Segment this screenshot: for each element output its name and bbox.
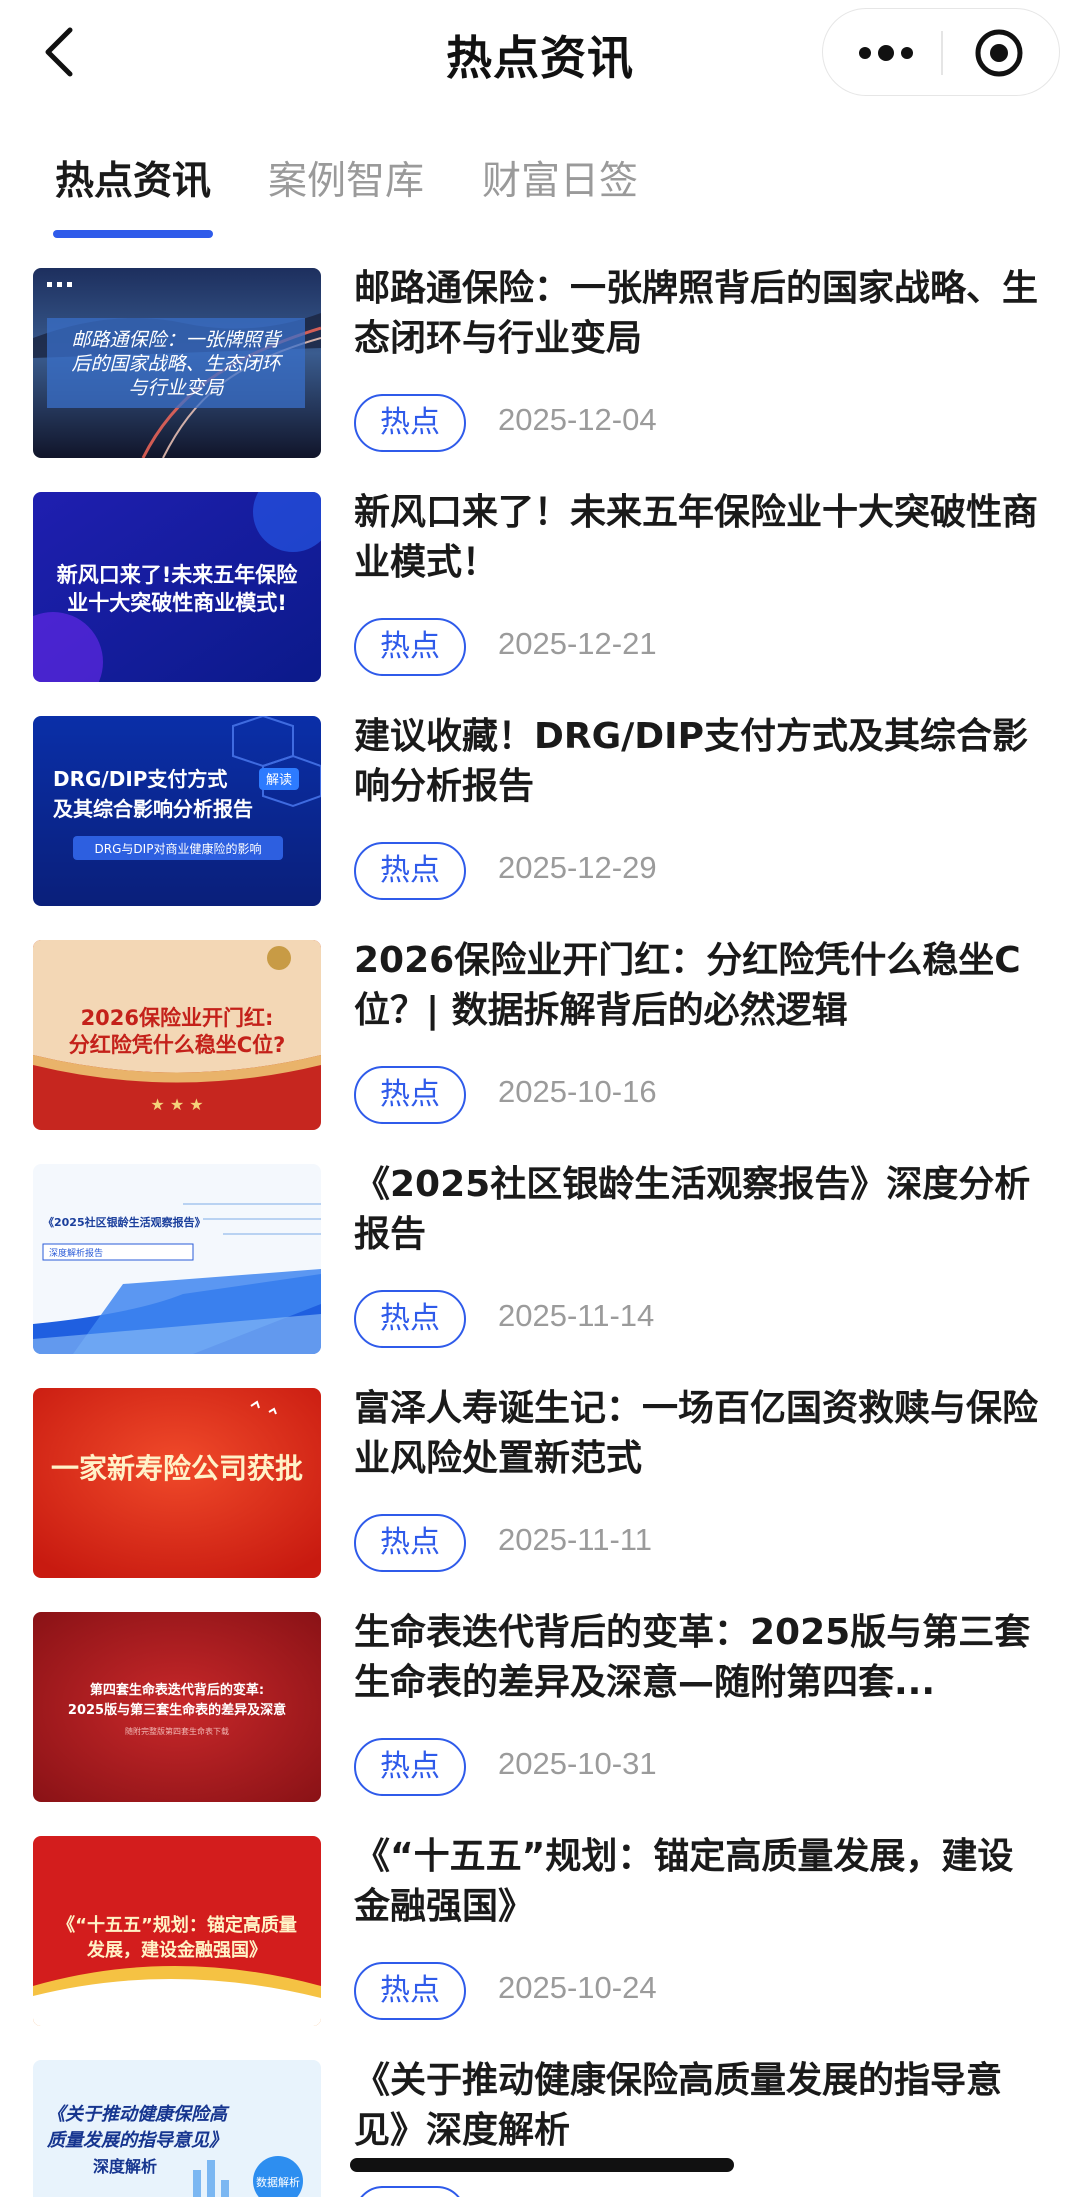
thumb-text: 第四套生命表迭代背后的变革: [90,1682,264,1698]
thumb-badge: 解读 [266,773,292,788]
article-thumbnail: 新风口来了!未来五年保险 业十大突破性商业模式! [33,492,321,682]
thumb-text: DRG/DIP支付方式 [53,767,227,791]
nav-bar: 热点资讯 [0,0,1080,110]
thumb-text: 《关于推动健康保险高 [47,2104,230,2125]
thumb-text: 2025版与第三套生命表的差异及深意 [68,1702,286,1718]
article-item[interactable]: 新风口来了!未来五年保险 业十大突破性商业模式! 新风口来了！未来五年保险业十大… [0,492,1080,682]
article-thumbnail: 《2025社区银龄生活观察报告》 深度解析报告 [33,1164,321,1354]
article-item[interactable]: 《关于推动健康保险高 质量发展的指导意见》 深度解析 数据解析 《关于推动健康保… [0,2060,1080,2197]
article-title[interactable]: 《“十五五”规划：锚定高质量发展，建设金融强国》 [354,1832,1044,1932]
article-title[interactable]: 新风口来了！未来五年保险业十大突破性商业模式！ [354,488,1044,588]
thumb-text: DRG与DIP对商业健康险的影响 [95,841,262,856]
article-date: 2025-11-11 [498,1522,652,1557]
capsule-divider [941,31,943,75]
thumb-text: 及其综合影响分析报告 [53,797,253,821]
article-item[interactable]: 邮路通保险：一张牌照背 后的国家战略、生态闭环 与行业变局 邮路通保险：一张牌照… [0,268,1080,458]
thumb-text: 数据解析 [256,2175,300,2189]
home-indicator [350,2158,734,2172]
article-title[interactable]: 《2025社区银龄生活观察报告》深度分析报告 [354,1160,1044,1260]
article-thumbnail: 《关于推动健康保险高 质量发展的指导意见》 深度解析 数据解析 [33,2060,321,2197]
miniapp-capsule [822,8,1060,96]
article-title[interactable]: 邮路通保险：一张牌照背后的国家战略、生态闭环与行业变局 [354,264,1044,364]
thumb-text: 分红险凭什么稳坐C位? [69,1033,286,1057]
article-title[interactable]: 富泽人寿诞生记：一场百亿国资救赎与保险业风险处置新范式 [354,1384,1044,1484]
thumb-text: 《“十五五”规划：锚定高质量 [57,1914,297,1936]
article-thumbnail: 邮路通保险：一张牌照背 后的国家战略、生态闭环 与行业变局 [33,268,321,458]
thumb-text: 深度解析报告 [49,1247,103,1259]
hot-tag-badge: 热点 [354,1962,466,2020]
article-item[interactable]: 第四套生命表迭代背后的变革: 2025版与第三套生命表的差异及深意 随附完整版第… [0,1612,1080,1802]
thumb-text: 《2025社区银龄生活观察报告》 [43,1215,206,1229]
thumb-text: 新风口来了!未来五年保险 [57,563,299,587]
thumb-text: 质量发展的指导意见》 [46,2130,227,2151]
thumb-text: 深度解析 [93,2157,157,2176]
tab-wealth-daily[interactable]: 财富日签 [482,150,638,206]
thumb-text: 邮路通保险：一张牌照背 [71,329,282,351]
close-miniapp-button[interactable] [973,27,1025,79]
target-circle-icon [975,29,1023,77]
svg-text:★ ★ ★: ★ ★ ★ [150,1095,203,1114]
hot-tag-badge: 热点 [354,1290,466,1348]
hot-tag-badge: 热点 [354,1514,466,1572]
hot-tag-badge: 热点 [354,1738,466,1796]
active-tab-indicator [53,230,213,238]
article-item[interactable]: 《“十五五”规划：锚定高质量 发展，建设金融强国》 《“十五五”规划：锚定高质量… [0,1836,1080,2026]
article-date: 2025-10-31 [498,1746,657,1781]
article-thumbnail: DRG/DIP支付方式 解读 及其综合影响分析报告 DRG与DIP对商业健康险的… [33,716,321,906]
more-button[interactable] [853,29,919,77]
article-item[interactable]: 2026保险业开门红: 分红险凭什么稳坐C位? ★ ★ ★ 2026保险业开门红… [0,940,1080,1130]
article-date: 2025-12-04 [498,402,657,437]
thumb-text: 后的国家战略、生态闭环 [71,353,283,375]
hot-tag-badge: 热点 [354,394,466,452]
article-title[interactable]: 《关于推动健康保险高质量发展的指导意见》深度解析 [354,2056,1044,2156]
article-thumbnail: 第四套生命表迭代背后的变革: 2025版与第三套生命表的差异及深意 随附完整版第… [33,1612,321,1802]
hot-tag-badge: 热点 [354,842,466,900]
hot-tag-badge: 热点 [354,1066,466,1124]
article-date: 2025-11-14 [498,1298,655,1333]
article-date: 2025-12-21 [498,626,657,661]
thumb-text: 一家新寿险公司获批 [51,1452,303,1485]
article-date: 2025-12-29 [498,850,657,885]
hot-tag-badge: 热点 [354,618,466,676]
more-dots-icon [859,45,913,61]
thumb-text: 与行业变局 [128,377,224,399]
thumb-text: 2026保险业开门红: [81,1006,274,1030]
article-thumbnail: 一家新寿险公司获批 [33,1388,321,1578]
article-item[interactable]: DRG/DIP支付方式 解读 及其综合影响分析报告 DRG与DIP对商业健康险的… [0,716,1080,906]
article-item[interactable]: 《2025社区银龄生活观察报告》 深度解析报告 《2025社区银龄生活观察报告》… [0,1164,1080,1354]
article-title[interactable]: 建议收藏！DRG/DIP支付方式及其综合影响分析报告 [354,712,1044,812]
article-title[interactable]: 2026保险业开门红：分红险凭什么稳坐C位？| 数据拆解背后的必然逻辑 [354,936,1044,1036]
category-tabs: 热点资讯 案例智库 财富日签 [0,150,1080,240]
tab-case-library[interactable]: 案例智库 [268,150,424,206]
tab-hot-news[interactable]: 热点资讯 [55,150,211,206]
article-thumbnail: 2026保险业开门红: 分红险凭什么稳坐C位? ★ ★ ★ [33,940,321,1130]
article-title[interactable]: 生命表迭代背后的变革：2025版与第三套生命表的差异及深意—随附第四套... [354,1608,1044,1708]
thumb-text: 随附完整版第四套生命表下载 [125,1726,229,1736]
article-item[interactable]: 一家新寿险公司获批 富泽人寿诞生记：一场百亿国资救赎与保险业风险处置新范式 热点… [0,1388,1080,1578]
article-thumbnail: 《“十五五”规划：锚定高质量 发展，建设金融强国》 [33,1836,321,2026]
hot-tag-badge: 热点 [354,2186,466,2197]
thumb-text: 业十大突破性商业模式! [67,591,287,615]
article-date: 2025-10-24 [498,1970,657,2005]
article-date: 2025-10-16 [498,1074,657,1109]
thumb-text: 发展，建设金融强国》 [86,1939,267,1961]
